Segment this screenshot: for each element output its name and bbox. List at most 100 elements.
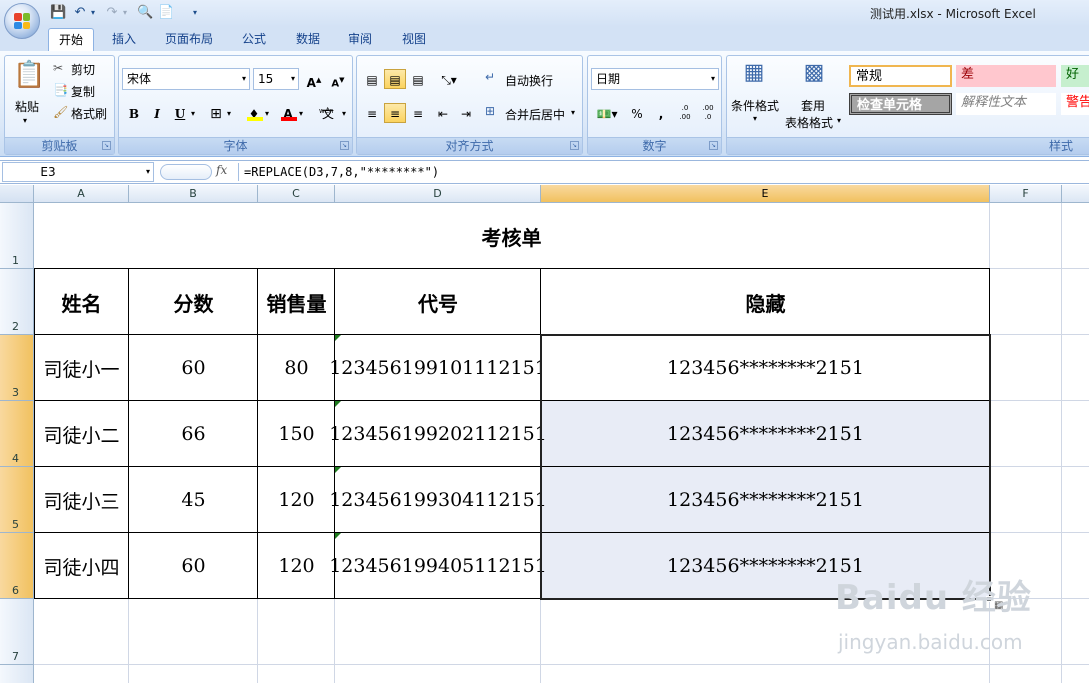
align-right-icon[interactable]: ≡ [407,103,429,123]
dialog-launcher-icon[interactable]: ↘ [340,141,349,150]
style-good[interactable]: 好 [1061,65,1089,87]
format-as-table-line1[interactable]: 套用 [801,97,825,114]
row-header-2[interactable]: 2 [0,269,34,335]
new-icon[interactable]: 📄 [158,5,174,21]
redo-dropdown-icon[interactable]: ▾ [120,5,130,21]
decrease-indent-icon[interactable]: ⇤ [432,103,454,123]
row-header-3[interactable]: 3 [0,335,34,401]
tab-view[interactable]: 视图 [392,28,436,51]
conditional-formatting-button[interactable]: 条件格式 [731,97,779,114]
row-header-6[interactable]: 6 [0,533,34,599]
paste-button[interactable]: 粘贴 [15,98,39,115]
format-as-table-line2[interactable]: 表格格式 [785,114,833,131]
cut-button[interactable]: 剪切 [71,61,95,78]
phonetic-guide-button[interactable]: wén 文 [314,103,342,123]
customize-qat-icon[interactable]: ▾ [190,5,200,21]
dialog-launcher-icon[interactable]: ↘ [102,141,111,150]
increase-decimal-button[interactable]: .0 .00 [674,103,696,123]
align-left-icon[interactable]: ≡ [361,103,383,123]
tab-review[interactable]: 审阅 [338,28,382,51]
column-header-d[interactable]: D [335,185,541,203]
underline-button[interactable]: U [169,103,191,123]
column-header-f[interactable]: F [990,185,1062,203]
row-header-8[interactable] [0,665,34,683]
column-header-c[interactable]: C [258,185,335,203]
tab-page-layout[interactable]: 页面布局 [158,28,220,51]
formula-input[interactable]: =REPLACE(D3,7,8,"********") [244,162,439,182]
number-format-select[interactable]: 日期 ▾ [591,68,719,90]
decrease-decimal-button[interactable]: .00 .0 [697,103,719,123]
paste-icon[interactable]: 📋 [13,60,45,96]
align-middle-icon[interactable]: ▤ [384,69,406,89]
style-explanatory[interactable]: 解释性文本 [956,93,1056,115]
borders-icon[interactable]: ⊞ [205,103,227,123]
error-indicator-icon[interactable] [335,467,341,473]
office-button[interactable] [4,3,40,39]
font-size-select[interactable]: 15 ▾ [253,68,299,90]
select-all-corner[interactable] [0,185,34,203]
phonetic-dropdown-icon[interactable]: ▾ [342,109,346,118]
borders-dropdown-icon[interactable]: ▾ [227,109,231,118]
column-header-e[interactable]: E [541,185,990,203]
undo-icon[interactable]: ↶ [72,5,88,21]
dialog-launcher-icon[interactable]: ↘ [570,141,579,150]
grow-font-button[interactable]: A▲ [303,69,325,90]
style-bad[interactable]: 差 [956,65,1056,87]
row-header-4[interactable]: 4 [0,401,34,467]
paste-dropdown-icon[interactable]: ▾ [23,116,27,125]
tab-formulas[interactable]: 公式 [232,28,276,51]
italic-button[interactable]: I [146,103,168,123]
style-normal[interactable]: 常规 [849,65,952,87]
tab-home[interactable]: 开始 [48,28,94,51]
format-as-table-icon[interactable]: ▩ [799,60,829,88]
currency-icon[interactable]: 💵▾ [592,103,622,123]
bold-button[interactable]: B [123,103,145,123]
error-indicator-icon[interactable] [335,335,341,341]
print-preview-icon[interactable]: 🔍 [137,5,153,21]
conditional-dropdown-icon[interactable]: ▾ [753,114,757,123]
format-painter-button[interactable]: 格式刷 [71,105,107,122]
orientation-icon[interactable]: ⤡▾ [435,69,463,89]
style-warning[interactable]: 警告 [1061,93,1089,115]
column-header-a[interactable]: A [34,185,129,203]
font-color-dropdown-icon[interactable]: ▾ [299,109,303,118]
wrap-text-button[interactable]: 自动换行 [505,72,553,89]
merge-center-button[interactable]: 合并后居中 [505,106,565,123]
redo-icon[interactable]: ↷ [104,5,120,21]
tab-insert[interactable]: 插入 [102,28,146,51]
style-check-cell[interactable]: 检查单元格 [849,93,952,115]
merge-dropdown-icon[interactable]: ▾ [571,108,575,117]
row-header-5[interactable]: 5 [0,467,34,533]
row-number: 4 [12,452,19,465]
underline-dropdown-icon[interactable]: ▾ [191,109,195,118]
undo-dropdown-icon[interactable]: ▾ [88,5,98,21]
error-indicator-icon[interactable] [335,401,341,407]
font-color-button[interactable]: A [277,103,299,123]
alignment-group: ▤ ▤ ▤ ⤡▾ ↵ 自动换行 ≡ ≡ ≡ ⇤ ⇥ ⊞ 合并后居中 ▾ 对齐方式… [356,55,583,155]
font-name-select[interactable]: 宋体 ▾ [122,68,250,90]
name-box[interactable]: E3 ▾ [2,162,154,182]
comma-button[interactable]: , [650,103,672,123]
increase-indent-icon[interactable]: ⇥ [455,103,477,123]
insert-function-button[interactable]: fx [216,163,227,177]
fill-color-button[interactable]: ♦ [243,103,265,123]
dialog-launcher-icon[interactable]: ↘ [709,141,718,150]
sheet-title-cell[interactable]: 考核单 [34,203,989,269]
align-bottom-icon[interactable]: ▤ [407,69,429,89]
column-header-b[interactable]: B [129,185,258,203]
percent-button[interactable]: % [626,103,648,123]
column-header-g[interactable] [1062,185,1089,203]
row-header-1[interactable]: 1 [0,203,34,269]
copy-button[interactable]: 复制 [71,83,95,100]
table-dropdown-icon[interactable]: ▾ [837,116,841,125]
fill-dropdown-icon[interactable]: ▾ [265,109,269,118]
error-indicator-icon[interactable] [335,533,341,539]
row-header-7[interactable]: 7 [0,599,34,665]
save-icon[interactable]: 💾 [50,5,66,21]
shrink-font-button[interactable]: A▼ [327,69,349,89]
tab-data[interactable]: 数据 [286,28,330,51]
align-center-icon[interactable]: ≡ [384,103,406,123]
align-top-icon[interactable]: ▤ [361,69,383,89]
formula-bar-splitter[interactable] [160,164,212,180]
conditional-formatting-icon[interactable]: ▦ [739,60,769,88]
